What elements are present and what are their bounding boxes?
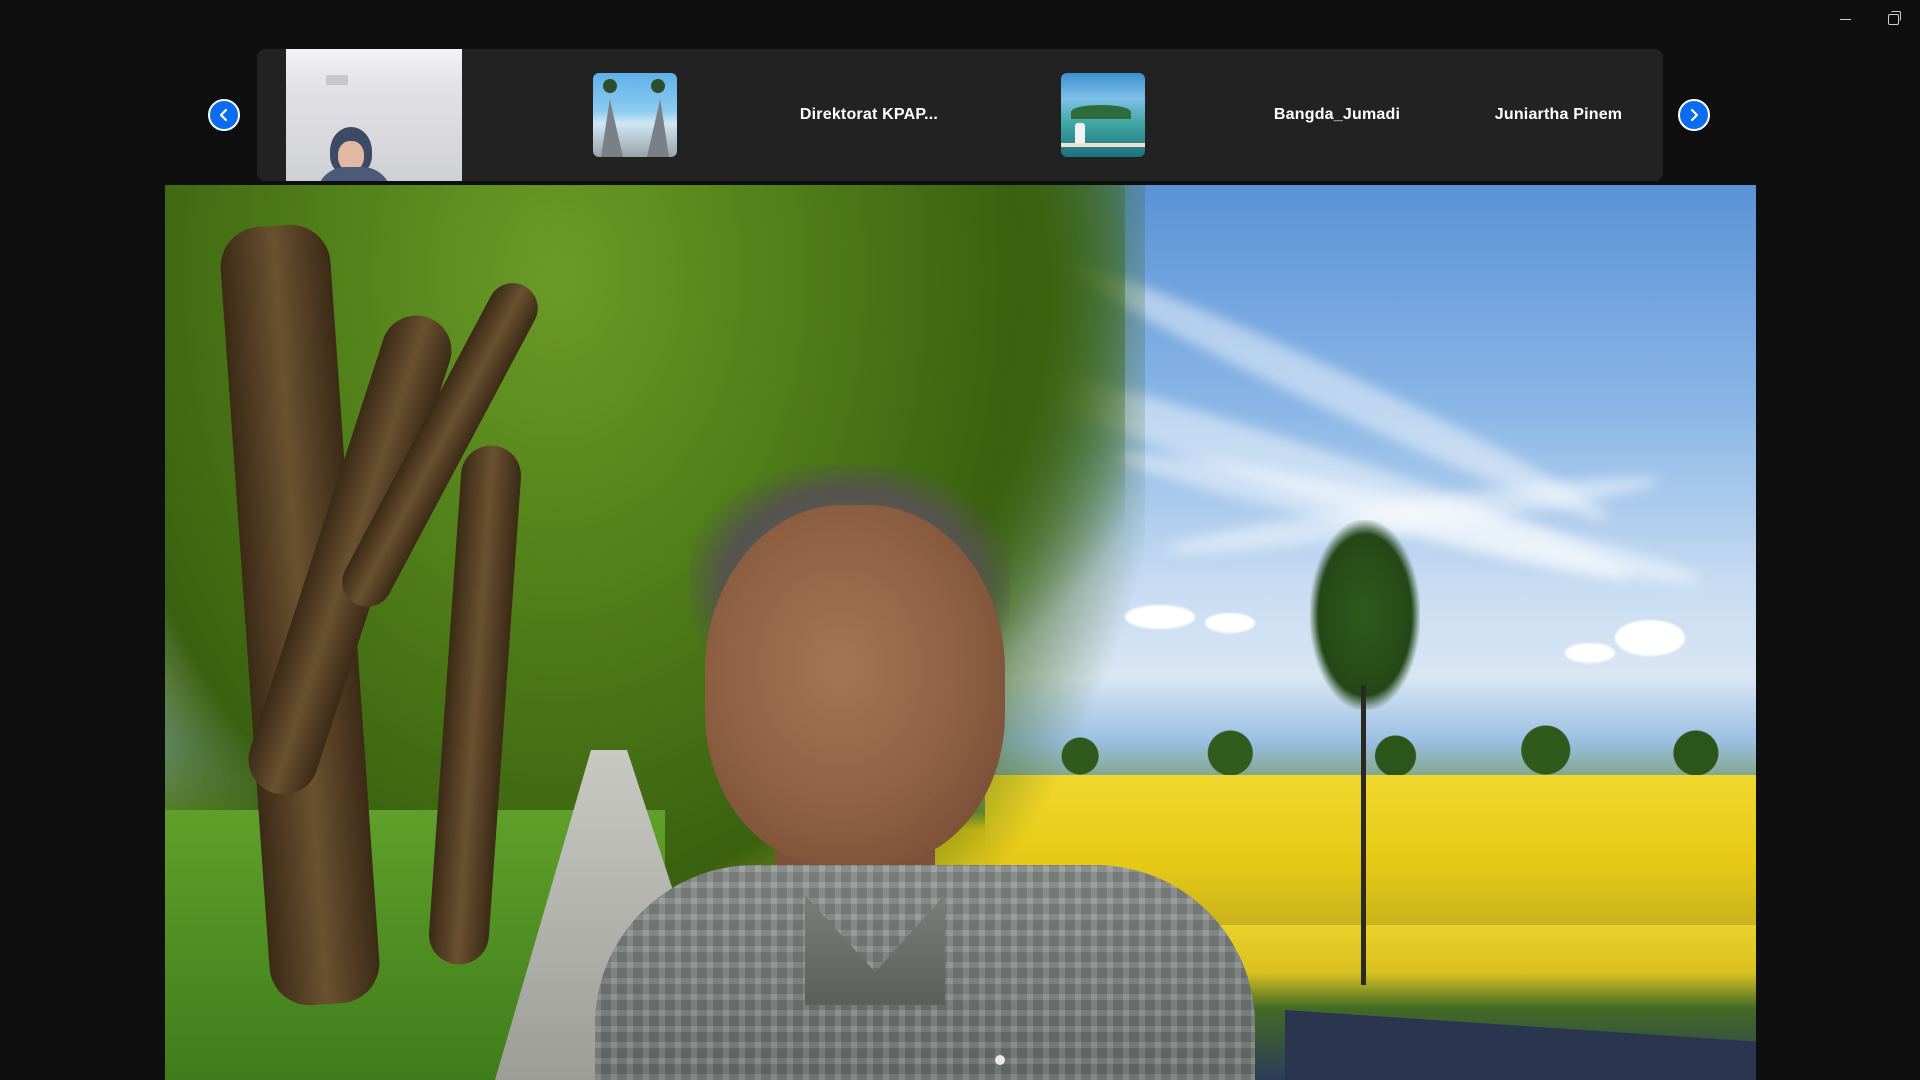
- minimize-icon[interactable]: [1834, 8, 1856, 30]
- gallery-next-button[interactable]: [1678, 99, 1710, 131]
- participant-tile-direktorat[interactable]: Direktorat KPAP...: [752, 49, 986, 181]
- participant-name: Bangda_Jumadi: [1273, 106, 1401, 123]
- participant-avatar: [1061, 73, 1145, 157]
- active-speaker-video[interactable]: [165, 185, 1756, 1080]
- participant-tile-avatar-1[interactable]: [518, 49, 752, 181]
- chevron-right-icon: [1690, 108, 1699, 122]
- meeting-window: Direktorat KPAP... Bangda_Jumadi Juniart…: [0, 0, 1920, 1080]
- participant-name: Juniartha Pinem: [1494, 106, 1623, 123]
- participant-avatar: [593, 73, 677, 157]
- restore-icon[interactable]: [1882, 8, 1904, 30]
- window-controls: [1834, 8, 1904, 30]
- participant-video-tile[interactable]: [286, 49, 462, 181]
- participant-tile-juniartha-pinem[interactable]: Juniartha Pinem: [1454, 49, 1663, 181]
- chevron-left-icon: [219, 108, 228, 122]
- speaker-figure: [595, 465, 1255, 1080]
- gallery-prev-button[interactable]: [208, 99, 240, 131]
- participant-tile-bangda-jumadi[interactable]: Bangda_Jumadi: [1220, 49, 1454, 181]
- participant-tile-avatar-2[interactable]: [986, 49, 1220, 181]
- participant-strip: Direktorat KPAP... Bangda_Jumadi Juniart…: [257, 49, 1663, 181]
- participant-name: Direktorat KPAP...: [799, 106, 939, 123]
